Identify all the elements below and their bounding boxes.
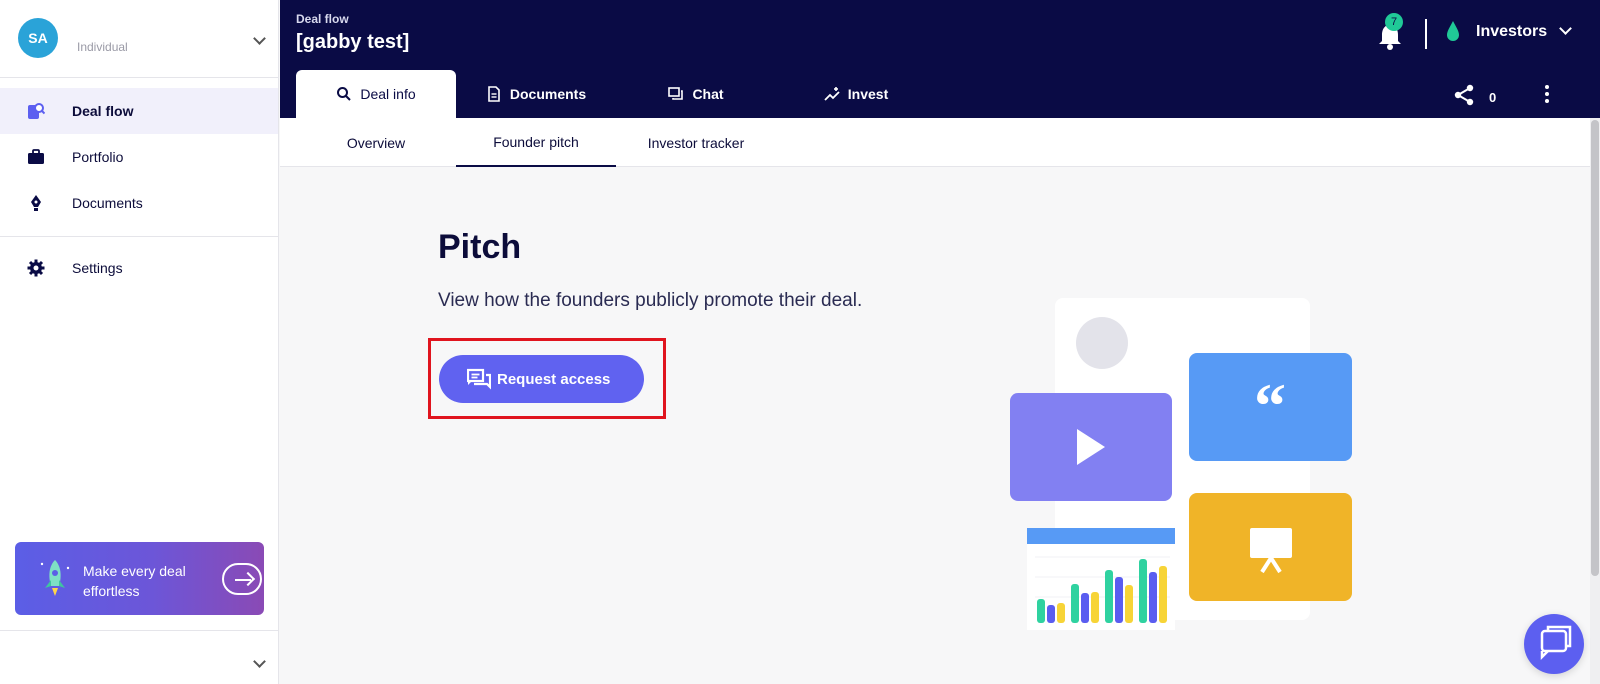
share-icon[interactable] [1452,83,1476,107]
header: Deal flow [gabby test] 7 Investors Deal … [280,0,1600,118]
deal-flow-icon [28,103,45,119]
section-title: Pitch [438,228,522,266]
tab-chat[interactable]: Chat [616,70,776,118]
divider [1425,19,1427,49]
invest-icon [824,87,840,101]
chevron-down-icon[interactable] [253,32,266,45]
sidebar-item-portfolio[interactable]: Portfolio [0,134,278,180]
subtabs: Overview Founder pitch Investor tracker [280,118,1590,167]
pen-nib-icon [31,195,41,211]
gear-icon [27,259,45,277]
deal-tabs: Deal info Documents Chat Invest [296,70,936,118]
promo-text: Make every deal effortless [83,563,186,599]
more-options-icon[interactable] [1542,82,1552,106]
tab-label: Documents [509,86,587,102]
share-count: 0 [1489,90,1497,105]
svg-text:“: “ [1254,370,1286,441]
promo-banner[interactable]: Make every deal effortless [15,542,264,615]
sidebar-item-label: Documents [72,195,143,211]
pitch-illustration: “ [1010,298,1352,630]
request-access-button[interactable]: Request access [439,355,644,403]
divider [0,630,279,631]
scrollbar-thumb[interactable] [1591,120,1599,576]
tab-deal-info[interactable]: Deal info [296,70,456,118]
chevron-down-icon[interactable] [1559,22,1572,35]
document-icon [488,86,500,102]
chat-icon [668,87,684,100]
sidebar-item-settings[interactable]: Settings [0,245,278,291]
tab-label: Deal info [360,86,416,102]
page-title: [gabby test] [296,31,410,53]
rocket-icon [40,560,70,596]
tab-documents[interactable]: Documents [456,70,616,118]
tab-label: Invest [847,86,889,102]
sidebar-item-label: Deal flow [72,103,134,119]
breadcrumb[interactable]: Deal flow [296,12,349,26]
profile-switcher[interactable]: SA Individual [0,0,278,78]
sidebar-nav: Deal flow Portfolio Documents Settings [0,78,278,291]
subtab-founder-pitch[interactable]: Founder pitch [456,118,616,167]
button-label: Request access [497,370,611,388]
profile-type: Individual [77,40,128,54]
sidebar-item-label: Settings [72,260,123,276]
workspace-switcher[interactable]: Investors [1476,23,1547,41]
droplet-icon[interactable] [1446,20,1460,42]
tab-invest[interactable]: Invest [776,70,936,118]
notification-badge: 7 [1385,13,1403,31]
avatar[interactable]: SA [18,18,58,58]
chat-icon [1540,625,1572,661]
briefcase-icon [28,149,44,164]
support-chat-button[interactable] [1524,614,1584,674]
arrow-right-icon[interactable] [222,563,262,595]
divider [0,236,278,237]
chat-icon [467,368,491,390]
sidebar-item-label: Portfolio [72,149,124,165]
sidebar-item-deal-flow[interactable]: Deal flow [0,88,278,134]
search-icon [337,87,352,101]
section-description: View how the founders publicly promote t… [438,290,863,311]
subtab-overview[interactable]: Overview [296,118,456,167]
sidebar: SA Individual Deal flow Portfolio Docume… [0,0,279,684]
sidebar-item-documents[interactable]: Documents [0,180,278,226]
subtab-investor-tracker[interactable]: Investor tracker [616,118,776,167]
chevron-down-icon[interactable] [253,655,266,668]
tab-label: Chat [692,86,724,102]
